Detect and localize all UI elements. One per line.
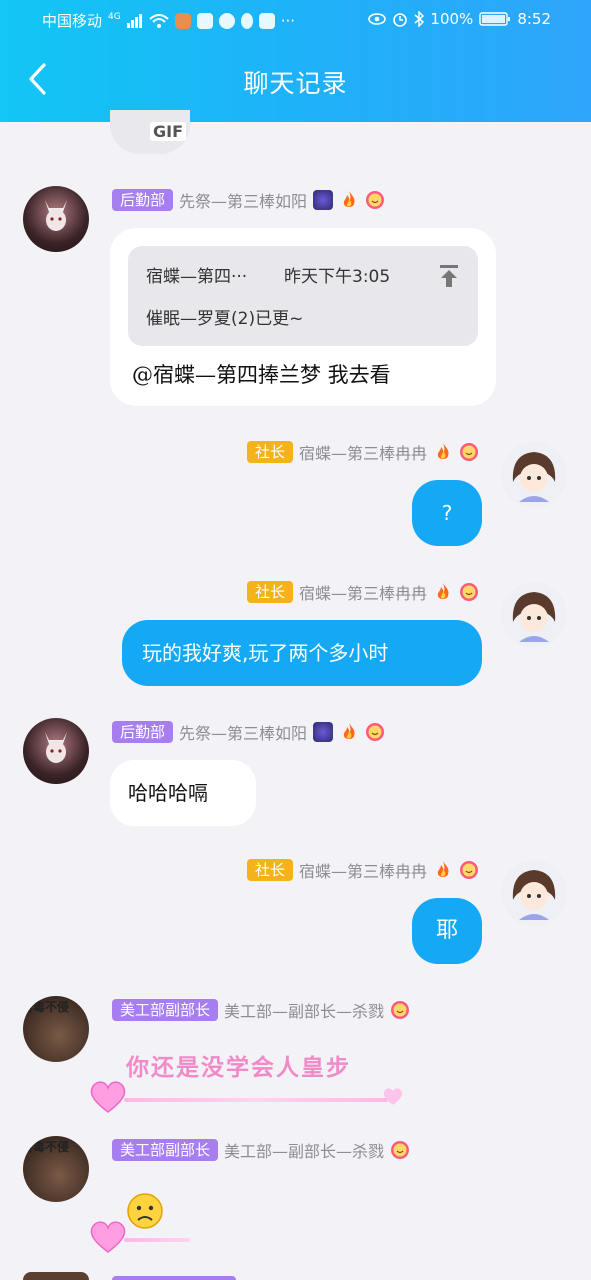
status-bar: 中国移动 4G ··· 100% 8:52 xyxy=(0,8,591,36)
avatar[interactable] xyxy=(501,442,567,508)
decoration-divider xyxy=(124,1238,190,1242)
signal-icon xyxy=(126,13,142,28)
avatar[interactable]: 百毒不侵 xyxy=(23,996,89,1062)
message-bubble[interactable]: ? xyxy=(412,480,482,546)
heart-icon xyxy=(383,1088,403,1105)
fire-icon xyxy=(437,583,449,599)
role-tag-partial xyxy=(112,1276,236,1280)
quote-time: 昨天下午3:05 xyxy=(284,267,391,287)
avatar[interactable] xyxy=(23,186,89,252)
sad-face-emoji-icon xyxy=(127,1193,163,1229)
page-title: 聊天记录 xyxy=(243,69,348,98)
dragon-badge-icon xyxy=(313,190,334,210)
message-text: 耶 xyxy=(435,918,458,943)
wechat-icon xyxy=(218,12,235,29)
avatar[interactable] xyxy=(23,1272,89,1280)
role-tag: 后勤部 xyxy=(112,721,174,743)
role-tag: 美工部副部长 xyxy=(112,999,219,1021)
avatar[interactable] xyxy=(501,582,567,648)
heart-icon xyxy=(90,1081,126,1113)
role-tag: 社长 xyxy=(246,581,293,603)
smile-badge-icon xyxy=(391,1001,410,1019)
avatar[interactable] xyxy=(501,860,567,926)
sender-meta: 后勤部 先祭—第三棒如阳 xyxy=(112,720,385,744)
sender-name[interactable]: 宿蝶—第三棒冉冉 xyxy=(299,858,427,882)
smile-badge-icon xyxy=(460,583,478,601)
sender-name[interactable]: 先祭—第三棒如阳 xyxy=(179,188,307,212)
jump-to-message-icon[interactable] xyxy=(438,264,460,288)
sender-name[interactable]: 宿蝶—第三棒冉冉 xyxy=(299,440,427,464)
quoted-message[interactable]: 宿蝶—第四··· 昨天下午3:05 催眠—罗夏(2)已更~ xyxy=(128,246,478,346)
network-type: 4G xyxy=(108,11,121,22)
message-text: 你还是没学会人皇步 xyxy=(126,1055,351,1081)
sender-meta: 社长 宿蝶—第三棒冉冉 xyxy=(246,440,479,464)
alarm-icon xyxy=(393,13,408,27)
role-tag: 后勤部 xyxy=(112,189,174,211)
baidu-icon xyxy=(196,12,213,29)
app-icon xyxy=(258,12,275,29)
girl-avatar-icon xyxy=(512,452,556,502)
message-text: @宿蝶—第四捧兰梦 我去看 xyxy=(132,363,391,387)
smile-badge-icon xyxy=(391,1141,410,1159)
sender-meta: 后勤部 先祭—第三棒如阳 xyxy=(112,188,385,212)
decorated-message[interactable]: 你还是没学会人皇步 xyxy=(88,1042,408,1118)
fox-mask-icon xyxy=(45,200,67,231)
message-bubble[interactable]: 宿蝶—第四··· 昨天下午3:05 催眠—罗夏(2)已更~ @宿蝶—第四捧兰梦 … xyxy=(110,228,496,406)
message-text: ? xyxy=(441,501,453,525)
smile-badge-icon xyxy=(460,861,478,879)
avatar[interactable]: 百毒不侵 xyxy=(23,1136,89,1202)
sender-name[interactable]: 美工部—副部长—杀戮 xyxy=(224,1138,384,1162)
girl-avatar-icon xyxy=(512,592,556,642)
heart-icon xyxy=(90,1221,126,1253)
avatar-caption: 百毒不侵 xyxy=(23,1140,70,1154)
decoration-divider xyxy=(124,1098,388,1102)
bluetooth-icon xyxy=(414,11,425,27)
fire-icon xyxy=(437,443,449,459)
eye-icon xyxy=(368,13,387,25)
sender-name[interactable]: 宿蝶—第三棒冉冉 xyxy=(299,580,427,604)
smile-badge-icon xyxy=(366,191,385,209)
more-notifications-icon: ··· xyxy=(280,11,296,30)
decorated-message[interactable] xyxy=(88,1188,208,1258)
message-bubble[interactable]: 玩的我好爽,玩了两个多小时 xyxy=(122,620,482,686)
girl-avatar-icon xyxy=(512,870,556,920)
smile-badge-icon xyxy=(366,723,385,741)
role-tag: 社长 xyxy=(246,441,293,463)
gif-label: GIF xyxy=(150,122,187,141)
avatar-caption: 百毒不侵 xyxy=(23,1000,70,1014)
role-tag: 美工部副部长 xyxy=(112,1139,219,1161)
top-bar: 中国移动 4G ··· 100% 8:52 聊天记录 xyxy=(0,0,591,122)
fire-icon xyxy=(343,191,355,207)
wifi-icon xyxy=(149,13,169,28)
message-text: 玩的我好爽,玩了两个多小时 xyxy=(142,641,389,665)
fire-icon xyxy=(437,861,449,877)
sender-meta: 社长 宿蝶—第三棒冉冉 xyxy=(246,580,479,604)
battery-percent: 100% xyxy=(430,10,474,28)
quote-sender: 宿蝶—第四··· xyxy=(146,267,248,287)
avatar[interactable] xyxy=(23,718,89,784)
gif-sticker[interactable]: GIF xyxy=(110,110,190,154)
battery-icon xyxy=(479,12,511,26)
smile-badge-icon xyxy=(460,443,478,461)
bulb-icon xyxy=(240,12,253,29)
message-bubble[interactable]: 耶 xyxy=(412,898,482,964)
app-notification-icon xyxy=(174,12,191,29)
sender-name[interactable]: 先祭—第三棒如阳 xyxy=(179,720,307,744)
sender-name[interactable]: 美工部—副部长—杀戮 xyxy=(224,998,384,1022)
message-text: 哈哈哈嗝 xyxy=(128,781,208,805)
sender-meta: 美工部副部长 美工部—副部长—杀戮 xyxy=(112,998,410,1022)
message-bubble[interactable]: 哈哈哈嗝 xyxy=(110,760,256,826)
role-tag: 社长 xyxy=(246,859,293,881)
fire-icon xyxy=(343,723,355,739)
carrier-label: 中国移动 xyxy=(42,12,103,30)
quote-text: 催眠—罗夏(2)已更~ xyxy=(146,309,304,329)
fox-mask-icon xyxy=(45,732,67,763)
dragon-badge-icon xyxy=(313,722,334,742)
clock: 8:52 xyxy=(517,10,551,28)
sender-meta: 美工部副部长 美工部—副部长—杀戮 xyxy=(112,1138,410,1162)
sender-meta: 社长 宿蝶—第三棒冉冉 xyxy=(246,858,479,882)
